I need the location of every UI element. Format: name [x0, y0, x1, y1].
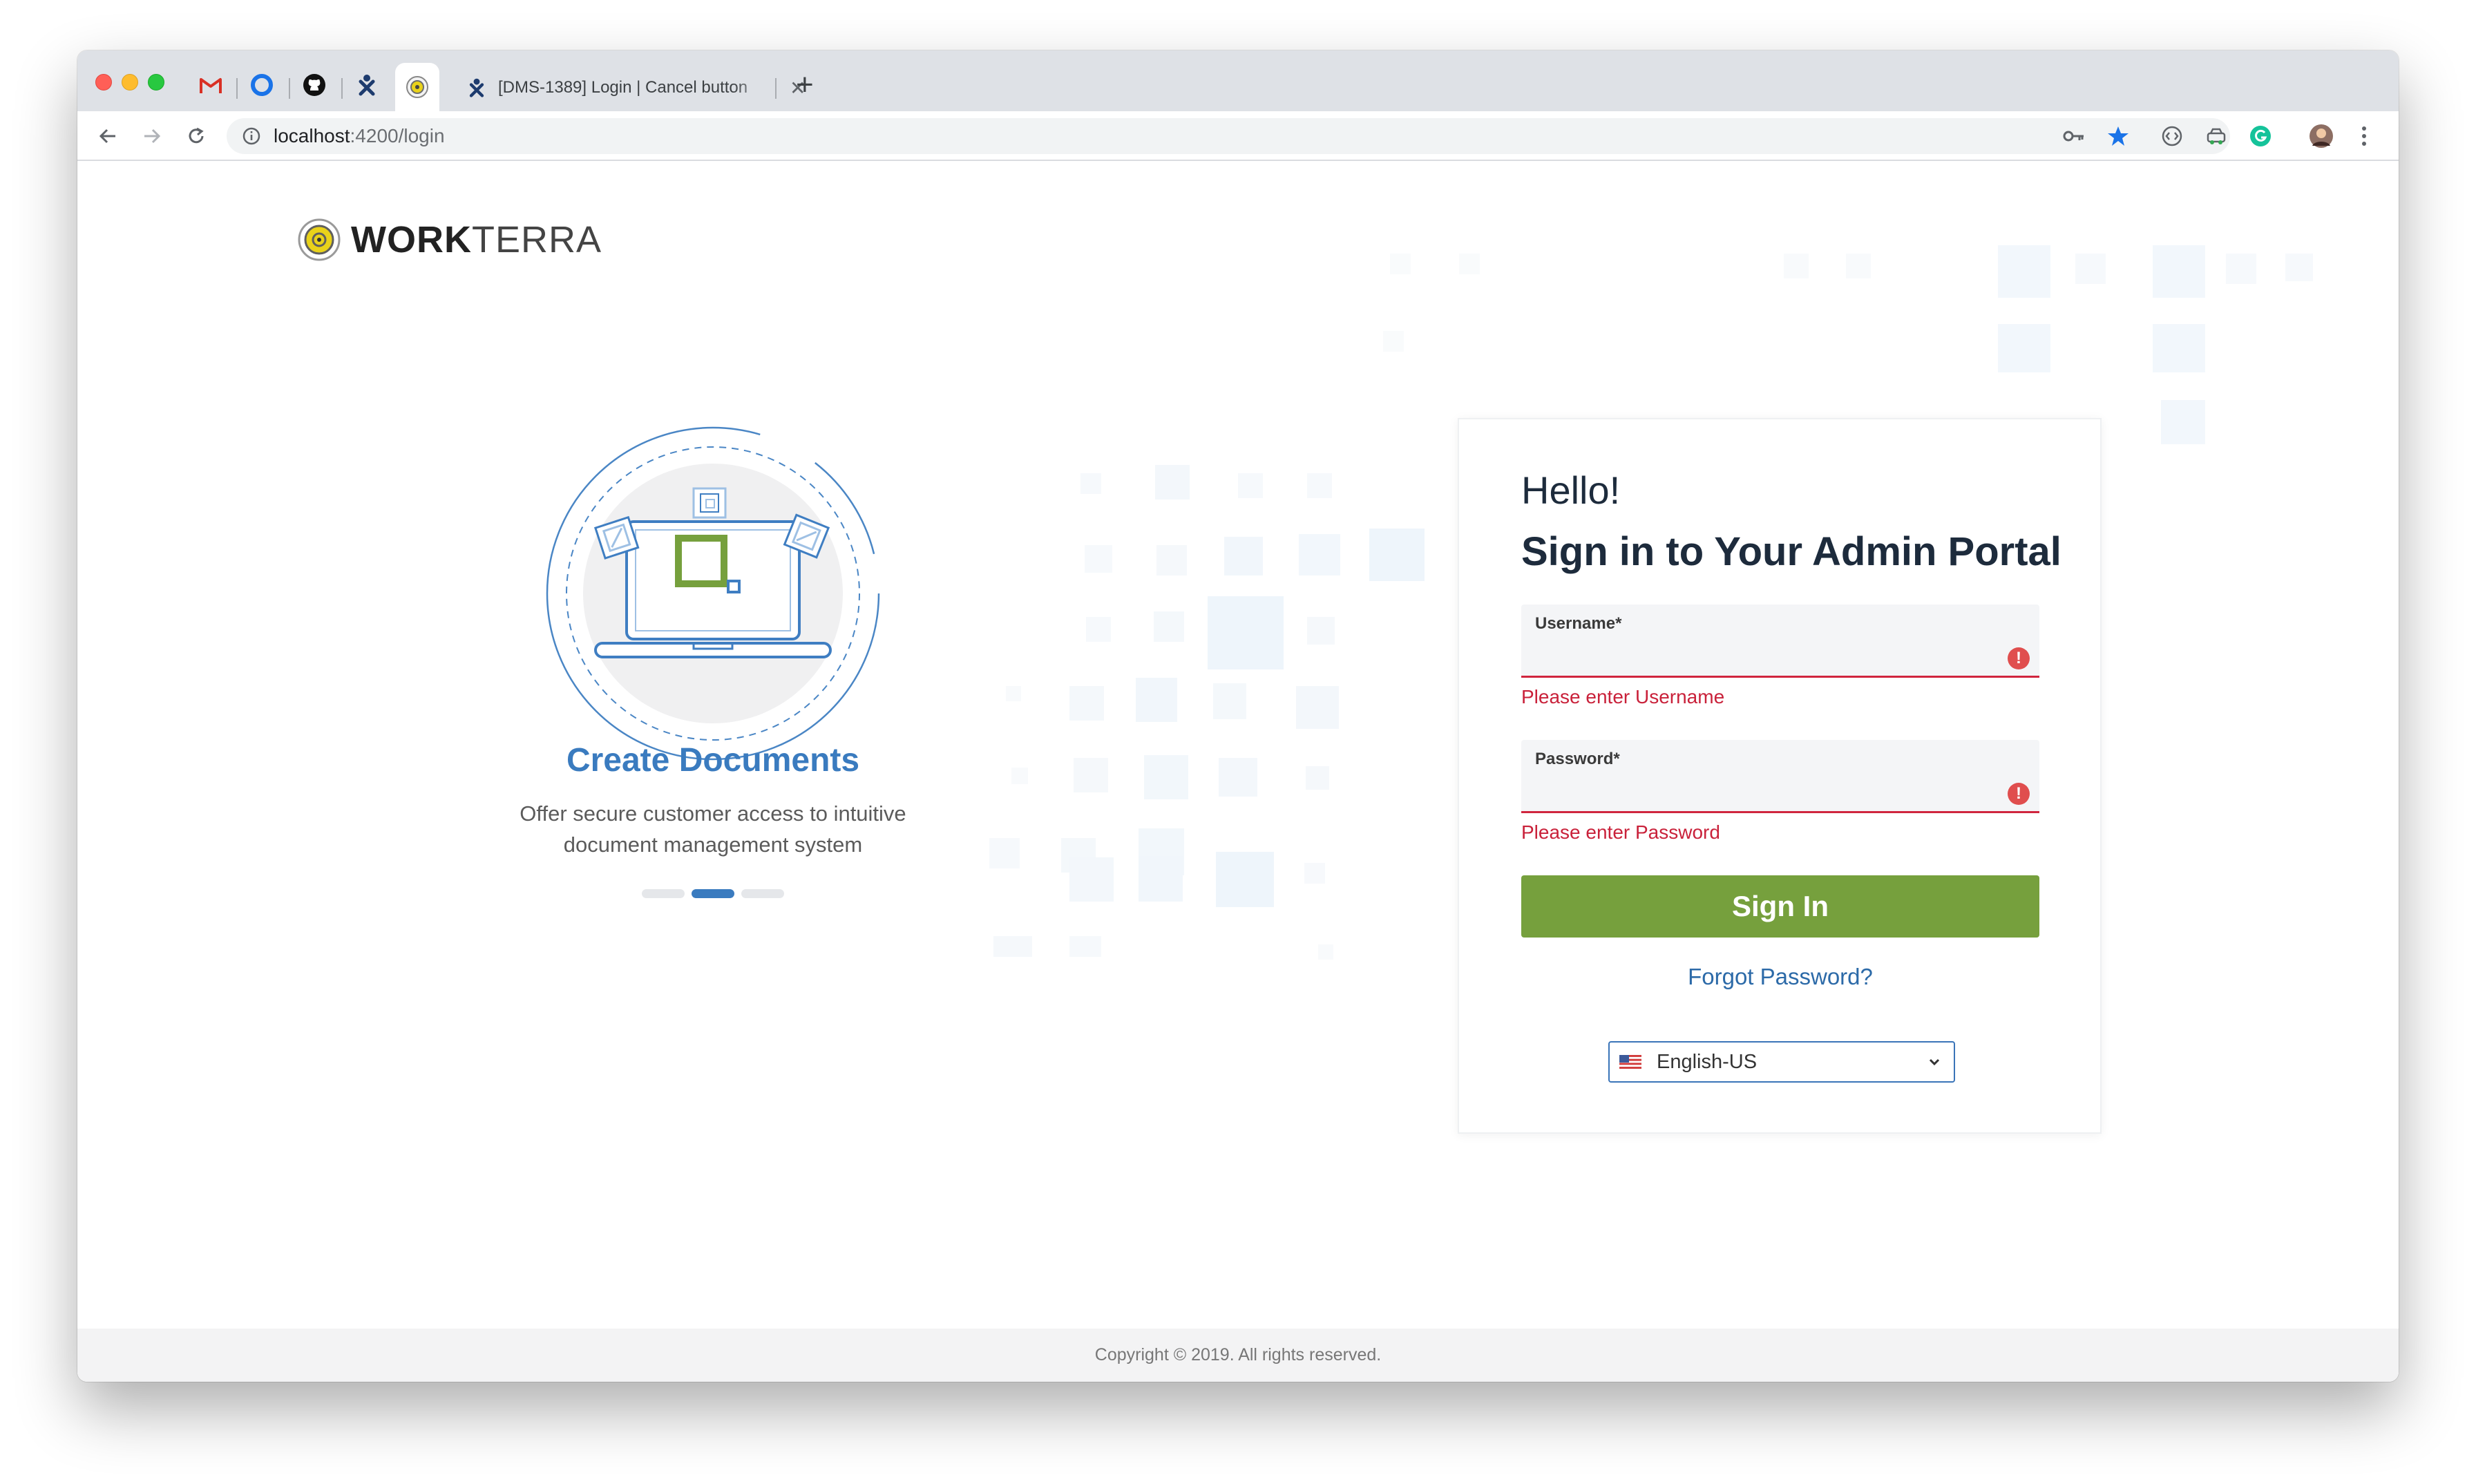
language-value: English-US: [1657, 1050, 1758, 1073]
pinned-tab-circle-app[interactable]: [250, 71, 274, 99]
username-error-message: Please enter Username: [1521, 686, 1725, 707]
carousel-indicators: [642, 889, 784, 898]
tab-jira-ticket[interactable]: [DMS-1389] Login | Cancel button ✕: [454, 67, 855, 108]
username-field[interactable]: Username* !: [1521, 605, 2039, 678]
pinned-tab-jira[interactable]: [355, 71, 379, 99]
carousel-slide-title: Create Documents: [566, 742, 860, 779]
carousel-dot-1[interactable]: [642, 889, 685, 898]
password-error-icon: !: [2008, 783, 2030, 805]
carousel-dot-2[interactable]: [692, 889, 734, 898]
back-arrow-icon: [99, 129, 115, 144]
password-error-message: Please enter Password: [1521, 821, 1720, 843]
greeting-text: Hello!: [1521, 468, 1621, 512]
browser-tab-bar: [DMS-1389] Login | Cancel button ✕ +: [77, 50, 2399, 111]
tab-workterra-login[interactable]: [395, 63, 439, 111]
tab-separator: [236, 78, 238, 99]
browser-toolbar: localhost:4200/login: [77, 111, 2399, 161]
login-heading: Sign in to Your Admin Portal: [1521, 529, 2061, 574]
extension-code-icon[interactable]: [2160, 124, 2184, 149]
extension-car-icon[interactable]: [2204, 124, 2229, 149]
profile-avatar-icon[interactable]: [2309, 124, 2334, 149]
workterra-wordmark: WORKTERRA: [351, 219, 602, 260]
browser-menu-icon[interactable]: [2352, 124, 2377, 149]
address-bar[interactable]: localhost:4200/login: [227, 118, 2230, 154]
workterra-favicon: [406, 76, 428, 98]
gmail-icon: [200, 78, 222, 93]
username-input[interactable]: [1535, 639, 1977, 669]
workterra-logo-icon: [298, 218, 341, 261]
carousel-dot-3[interactable]: [741, 889, 784, 898]
info-icon: [242, 127, 260, 145]
tab-separator: [775, 78, 777, 99]
page-footer: Copyright © 2019. All rights reserved.: [77, 1329, 2399, 1382]
grammarly-icon[interactable]: [2248, 124, 2273, 149]
language-select[interactable]: English-US: [1608, 1041, 1955, 1083]
tab-separator: [341, 78, 343, 99]
back-button[interactable]: [93, 121, 123, 151]
login-page: WORKTERRA Create Documents Offer secure …: [77, 161, 2399, 1382]
username-error-icon: !: [2008, 647, 2030, 669]
password-field[interactable]: Password* !: [1521, 740, 2039, 813]
sign-in-button[interactable]: Sign In: [1521, 875, 2039, 938]
bookmark-star-icon[interactable]: [2106, 124, 2131, 149]
new-tab-button[interactable]: +: [796, 70, 814, 100]
forward-arrow-icon: [144, 129, 161, 144]
password-input[interactable]: [1535, 774, 1977, 805]
create-documents-illustration: [540, 421, 886, 770]
username-label: Username*: [1535, 614, 1622, 633]
tab-title: [DMS-1389] Login | Cancel button: [498, 78, 748, 97]
forgot-password-link[interactable]: Forgot Password?: [1521, 964, 2039, 990]
github-icon: [303, 74, 325, 96]
browser-window: [DMS-1389] Login | Cancel button ✕ + loc…: [77, 50, 2399, 1382]
us-flag-icon: [1619, 1055, 1641, 1069]
circle-app-icon: [251, 74, 273, 96]
reload-icon: [189, 127, 204, 144]
forward-button[interactable]: [137, 121, 167, 151]
password-key-icon[interactable]: [2061, 124, 2086, 149]
workterra-logo[interactable]: WORKTERRA: [297, 218, 602, 262]
copyright-text: Copyright © 2019. All rights reserved.: [1094, 1345, 1382, 1364]
close-window-button[interactable]: [95, 74, 112, 91]
reload-button[interactable]: [181, 121, 211, 151]
minimize-window-button[interactable]: [122, 74, 138, 91]
password-label: Password*: [1535, 750, 1620, 768]
carousel-slide-description: Offer secure customer access to intuitiv…: [520, 801, 906, 857]
jira-icon: [359, 75, 375, 96]
chevron-down-icon: [1929, 1058, 1940, 1066]
url-text: localhost:4200/login: [274, 125, 445, 146]
pinned-tab-github[interactable]: [303, 71, 326, 99]
login-card: Hello! Sign in to Your Admin Portal User…: [1458, 418, 2102, 1134]
jira-icon: [469, 78, 484, 97]
maximize-window-button[interactable]: [148, 74, 164, 91]
pinned-tab-gmail[interactable]: [199, 71, 222, 99]
tab-separator: [289, 78, 290, 99]
